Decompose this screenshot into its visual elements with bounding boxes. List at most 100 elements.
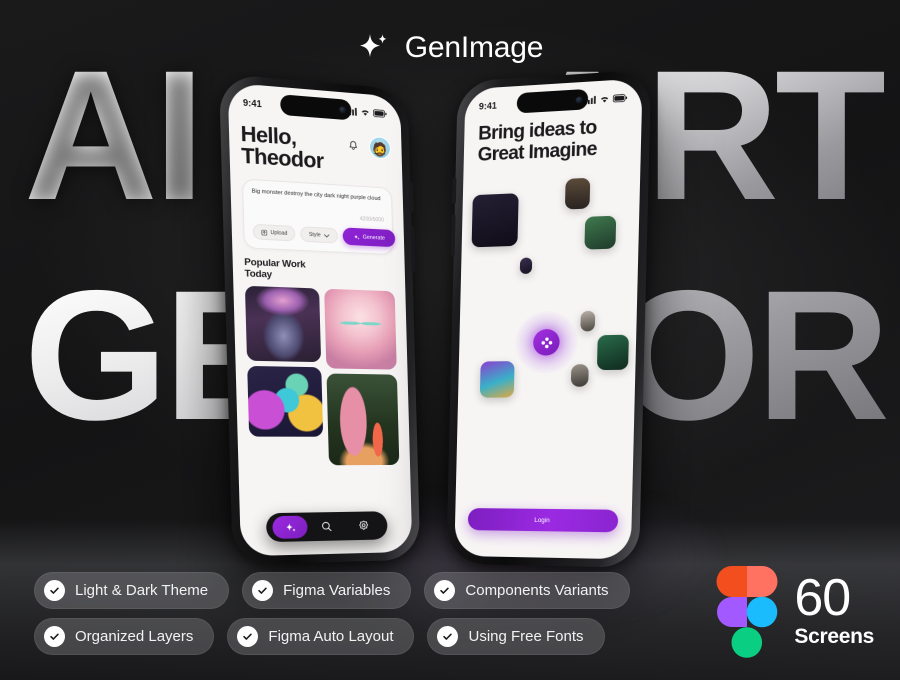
ai-orb-icon	[532, 329, 560, 356]
poster-stage: AI ART GEN TOR GenImage 9:41 Hello, Theo…	[0, 0, 900, 680]
floating-image-tiny-dark-thumb[interactable]	[519, 257, 533, 275]
gallery-tile-pink-mech-warrior[interactable]	[244, 286, 321, 363]
gallery-grid	[244, 286, 400, 466]
check-icon	[252, 580, 274, 601]
screens-count: 60	[794, 569, 851, 628]
phone-mockup-right: 9:41 Bring ideas to Great Imagine Login	[446, 69, 652, 568]
nav-generate-button[interactable]	[272, 515, 308, 539]
gallery-column-right	[323, 288, 400, 466]
login-button[interactable]: Login	[467, 508, 619, 533]
brand-name: GenImage	[404, 31, 544, 64]
upload-icon	[261, 229, 267, 236]
character-counter: 4200/5000	[359, 216, 385, 224]
gallery-column-left	[244, 286, 324, 466]
check-icon	[434, 580, 456, 601]
left-phone-content: Hello, Theodor 🧔 Big monster destroy the…	[228, 83, 413, 557]
status-icons	[584, 94, 628, 105]
prompt-card[interactable]: Big monster destroy the city dark night …	[241, 178, 396, 256]
badge-label: Figma Auto Layout	[268, 628, 394, 645]
front-camera-icon	[339, 105, 347, 114]
bell-icon[interactable]	[343, 135, 363, 157]
prompt-input[interactable]: Big monster destroy the city dark night …	[252, 188, 384, 203]
floating-image-small-portrait[interactable]	[580, 310, 596, 332]
status-time: 9:41	[478, 100, 497, 112]
check-icon	[437, 626, 459, 647]
left-header: Hello, Theodor 🧔	[240, 122, 392, 177]
nav-search-button[interactable]	[307, 520, 345, 533]
nav-settings-button[interactable]	[345, 519, 382, 532]
battery-icon	[613, 94, 628, 103]
badge-components-variants: Components Variants	[424, 572, 630, 609]
badge-figma-variables: Figma Variables	[242, 572, 412, 609]
greeting-line-2: Theodor	[240, 144, 324, 174]
onboarding-title: Bring ideas to Great Imagine	[477, 116, 627, 166]
gallery-tile-colorful-monsters[interactable]	[247, 366, 323, 437]
bottom-nav-bar	[265, 511, 388, 543]
upload-button[interactable]: Upload	[252, 224, 296, 242]
sparkle-icon	[354, 234, 360, 240]
screens-text: 60 Screens	[794, 569, 874, 649]
feature-badge-row-2: Organized Layers Figma Auto Layout Using…	[34, 618, 630, 655]
backdrop-text-ai: AI	[24, 33, 205, 239]
sparkle-icon	[357, 31, 391, 65]
style-label: Style	[308, 231, 321, 239]
dynamic-island	[516, 88, 589, 114]
chevron-down-icon	[324, 233, 330, 237]
screens-label: Screens	[794, 624, 874, 648]
wifi-icon	[600, 96, 609, 103]
upload-label: Upload	[270, 229, 288, 237]
left-phone-screen: 9:41 Hello, Theodor 🧔 Big monster destro…	[227, 82, 413, 557]
badge-light-dark-theme: Light & Dark Theme	[34, 572, 230, 609]
brand-lockup: GenImage	[0, 20, 900, 76]
badge-label: Organized Layers	[75, 628, 194, 645]
figma-logo	[716, 566, 778, 658]
check-icon	[237, 626, 259, 647]
gallery-tile-pink-bigfoot-forest[interactable]	[325, 373, 400, 466]
header-actions: 🧔	[343, 131, 392, 160]
prompt-actions: Upload Style Generate	[252, 223, 396, 248]
check-icon	[44, 580, 65, 601]
generate-button[interactable]: Generate	[342, 227, 396, 248]
floating-image-green-character[interactable]	[584, 215, 617, 250]
floating-image-grey-figure-thumb[interactable]	[570, 364, 589, 387]
gallery-tile-elf-girl-portrait[interactable]	[323, 288, 397, 370]
right-phone-screen: 9:41 Bring ideas to Great Imagine Login	[454, 78, 643, 560]
ai-orb[interactable]	[514, 310, 579, 375]
floating-image-dark-demon-cat[interactable]	[471, 193, 519, 248]
floating-image-colorful-monsters-thumb[interactable]	[479, 361, 515, 398]
phone-side-button[interactable]	[451, 177, 457, 205]
gear-icon	[357, 520, 369, 532]
badge-using-free-fonts: Using Free Fonts	[427, 618, 605, 655]
section-title: Popular Work Today	[244, 257, 394, 286]
status-time: 9:41	[242, 97, 262, 110]
phone-volume-button[interactable]	[450, 213, 456, 257]
search-icon	[320, 520, 332, 532]
phone-side-button[interactable]	[409, 181, 414, 213]
floating-image-canvas	[456, 173, 640, 495]
battery-icon	[373, 109, 387, 118]
avatar[interactable]: 🧔	[368, 135, 392, 160]
badge-organized-layers: Organized Layers	[34, 618, 215, 655]
status-icons	[346, 107, 387, 118]
screens-callout: 60 Screens	[716, 566, 874, 658]
floating-image-crowd-scene[interactable]	[564, 177, 591, 210]
badge-label: Light & Dark Theme	[75, 582, 209, 599]
login-label: Login	[534, 516, 550, 524]
feature-badge-row-1: Light & Dark Theme Figma Variables Compo…	[34, 572, 630, 609]
feature-badges: Light & Dark Theme Figma Variables Compo…	[34, 572, 630, 655]
sparkle-icon	[285, 522, 296, 532]
wifi-icon	[361, 110, 369, 116]
generate-label: Generate	[362, 234, 385, 242]
front-camera-icon	[575, 95, 584, 104]
badge-label: Using Free Fonts	[468, 628, 584, 645]
floating-image-green-gem-creature[interactable]	[596, 334, 629, 371]
badge-label: Components Variants	[465, 582, 609, 599]
greeting: Hello, Theodor	[240, 122, 324, 174]
check-icon	[44, 626, 65, 647]
phone-mockup-left: 9:41 Hello, Theodor 🧔 Big monster destro…	[218, 73, 421, 565]
badge-label: Figma Variables	[283, 582, 391, 599]
phone-volume-button[interactable]	[410, 225, 416, 273]
badge-figma-auto-layout: Figma Auto Layout	[227, 618, 415, 655]
avatar-face: 🧔	[371, 141, 389, 158]
style-dropdown[interactable]: Style	[300, 226, 338, 244]
